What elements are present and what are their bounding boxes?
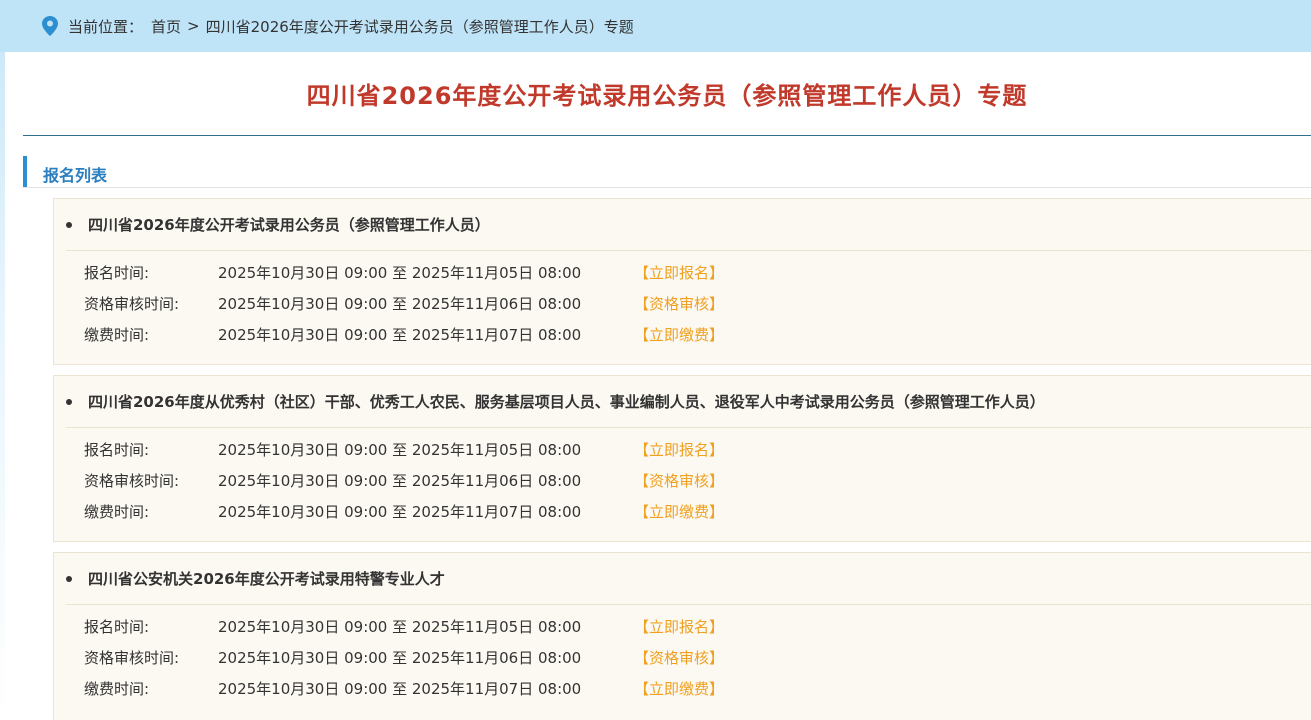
exam-card: 四川省2026年度公开考试录用公务员（参照管理工作人员） 报名时间: 2025年…: [53, 198, 1311, 365]
bullet-icon: [66, 221, 72, 228]
row-label: 报名时间:: [84, 441, 150, 459]
schedule-row-review: 资格审核时间: 2025年10月30日 09:00 至 2025年11月06日 …: [54, 465, 1311, 496]
row-time: 2025年10月30日 09:00 至 2025年11月05日 08:00: [218, 441, 582, 459]
bullet-icon: [66, 398, 72, 405]
schedule-row-payment: 缴费时间: 2025年10月30日 09:00 至 2025年11月07日 08…: [54, 319, 1311, 350]
row-time: 2025年10月30日 09:00 至 2025年11月07日 08:00: [218, 326, 582, 344]
card-title: 四川省2026年度从优秀村（社区）干部、优秀工人农民、服务基层项目人员、事业编制…: [88, 393, 1045, 411]
row-label: 缴费时间:: [84, 503, 150, 521]
row-label: 缴费时间:: [84, 326, 150, 344]
row-label: 报名时间:: [84, 618, 150, 636]
row-time: 2025年10月30日 09:00 至 2025年11月05日 08:00: [218, 618, 582, 636]
qualification-review-link[interactable]: 【资格审核】: [634, 647, 724, 668]
exam-card: 四川省2026年度从优秀村（社区）干部、优秀工人农民、服务基层项目人员、事业编制…: [53, 375, 1311, 542]
qualification-review-link[interactable]: 【资格审核】: [634, 293, 724, 314]
card-title: 四川省公安机关2026年度公开考试录用特警专业人才: [88, 570, 445, 588]
card-title-row: 四川省2026年度公开考试录用公务员（参照管理工作人员）: [66, 199, 1311, 251]
row-time: 2025年10月30日 09:00 至 2025年11月06日 08:00: [218, 472, 582, 490]
row-label: 资格审核时间:: [84, 649, 180, 667]
register-now-link[interactable]: 【立即报名】: [634, 439, 724, 460]
schedule-row-payment: 缴费时间: 2025年10月30日 09:00 至 2025年11月07日 08…: [54, 673, 1311, 704]
breadcrumb-current: 四川省2026年度公开考试录用公务员（参照管理工作人员）专题: [205, 17, 634, 36]
card-title-row: 四川省2026年度从优秀村（社区）干部、优秀工人农民、服务基层项目人员、事业编制…: [66, 376, 1311, 428]
qualification-review-link[interactable]: 【资格审核】: [634, 470, 724, 491]
breadcrumb: 当前位置： 首页 > 四川省2026年度公开考试录用公务员（参照管理工作人员）专…: [0, 0, 1311, 52]
section-title: 报名列表: [43, 166, 108, 185]
pay-now-link[interactable]: 【立即缴费】: [634, 324, 724, 345]
schedule-row-registration: 报名时间: 2025年10月30日 09:00 至 2025年11月05日 08…: [54, 611, 1311, 642]
pay-now-link[interactable]: 【立即缴费】: [634, 678, 724, 699]
row-time: 2025年10月30日 09:00 至 2025年11月06日 08:00: [218, 649, 582, 667]
row-label: 资格审核时间:: [84, 472, 180, 490]
schedule-row-review: 资格审核时间: 2025年10月30日 09:00 至 2025年11月06日 …: [54, 642, 1311, 673]
breadcrumb-label: 当前位置：: [68, 17, 144, 36]
breadcrumb-separator: >: [187, 17, 200, 35]
section-header: 报名列表: [23, 156, 1311, 188]
register-now-link[interactable]: 【立即报名】: [634, 262, 724, 283]
row-label: 资格审核时间:: [84, 295, 180, 313]
row-label: 报名时间:: [84, 264, 150, 282]
card-title-row: 四川省公安机关2026年度公开考试录用特警专业人才: [66, 553, 1311, 605]
pay-now-link[interactable]: 【立即缴费】: [634, 501, 724, 522]
row-time: 2025年10月30日 09:00 至 2025年11月07日 08:00: [218, 503, 582, 521]
page-title: 四川省2026年度公开考试录用公务员（参照管理工作人员）专题: [306, 82, 1028, 110]
row-time: 2025年10月30日 09:00 至 2025年11月06日 08:00: [218, 295, 582, 313]
row-time: 2025年10月30日 09:00 至 2025年11月05日 08:00: [218, 264, 582, 282]
register-now-link[interactable]: 【立即报名】: [634, 616, 724, 637]
schedule-row-registration: 报名时间: 2025年10月30日 09:00 至 2025年11月05日 08…: [54, 434, 1311, 465]
schedule-row-review: 资格审核时间: 2025年10月30日 09:00 至 2025年11月06日 …: [54, 288, 1311, 319]
schedule-row-payment: 缴费时间: 2025年10月30日 09:00 至 2025年11月07日 08…: [54, 496, 1311, 527]
section-accent-bar: [23, 156, 27, 187]
schedule-row-registration: 报名时间: 2025年10月30日 09:00 至 2025年11月05日 08…: [54, 257, 1311, 288]
breadcrumb-home-link[interactable]: 首页: [151, 16, 181, 37]
location-pin-icon: [42, 16, 58, 36]
page-header: 四川省2026年度公开考试录用公务员（参照管理工作人员）专题: [23, 52, 1311, 136]
card-title: 四川省2026年度公开考试录用公务员（参照管理工作人员）: [88, 216, 490, 234]
exam-card: 四川省公安机关2026年度公开考试录用特警专业人才 报名时间: 2025年10月…: [53, 552, 1311, 720]
bullet-icon: [66, 575, 72, 582]
left-decoration: [0, 52, 5, 720]
row-time: 2025年10月30日 09:00 至 2025年11月07日 08:00: [218, 680, 582, 698]
row-label: 缴费时间:: [84, 680, 150, 698]
